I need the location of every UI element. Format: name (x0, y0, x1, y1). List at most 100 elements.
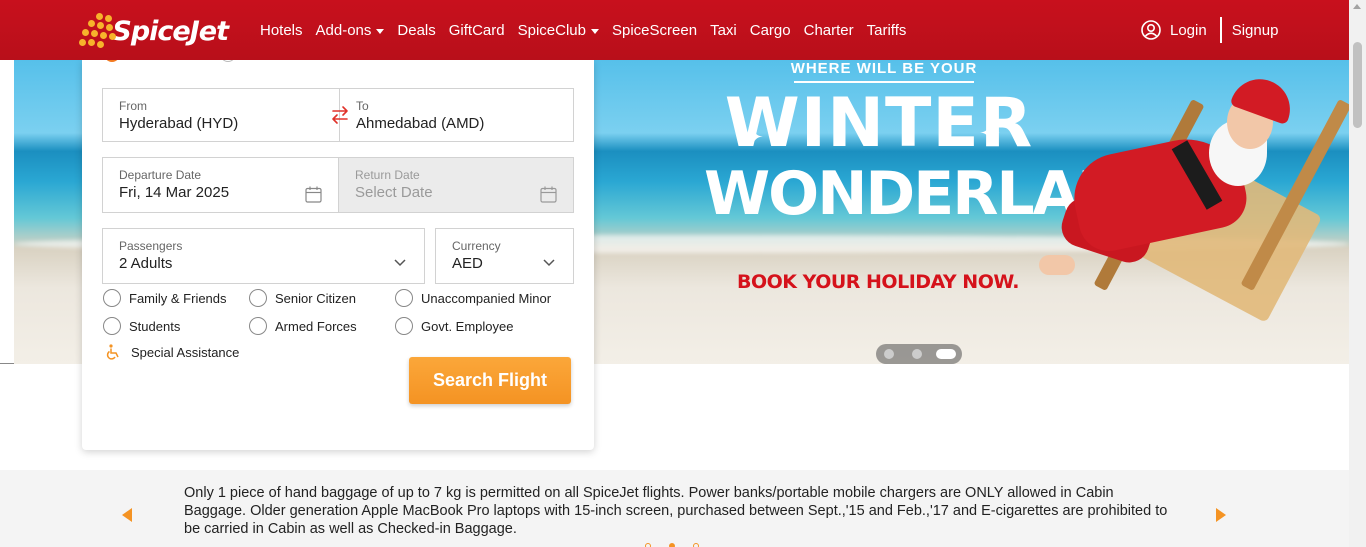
nav-giftcard[interactable]: GiftCard (449, 22, 505, 39)
santa-foot (1039, 255, 1075, 275)
to-label: To (356, 99, 369, 113)
route-field-group: From Hyderabad (HYD) To Ahmedabad (AMD) (102, 88, 574, 142)
fare-option-govt-employee[interactable]: Govt. Employee (395, 317, 514, 335)
nav-tariffs[interactable]: Tariffs (867, 22, 907, 39)
carousel-dots (876, 344, 962, 364)
radio-circle (103, 317, 121, 335)
hero-title-line2: WONDERLAND (704, 159, 1175, 229)
nav-label: Cargo (749, 21, 791, 39)
calendar-icon (305, 186, 322, 203)
nav-taxi[interactable]: Taxi (710, 22, 737, 39)
fare-option-unaccompanied-minor[interactable]: Unaccompanied Minor (395, 289, 551, 307)
fare-option-label: Unaccompanied Minor (421, 290, 552, 306)
nav-spiceclub[interactable]: SpiceClub (518, 22, 599, 39)
notice-dot-2[interactable] (669, 543, 675, 547)
hero-headline-underline (794, 81, 974, 83)
logo-wordmark: SpiceJet (112, 15, 229, 47)
currency-value: AED (452, 255, 483, 272)
currency-label: Currency (452, 239, 501, 253)
passengers-label: Passengers (119, 239, 183, 253)
chevron-down-icon (394, 259, 406, 267)
baggage-notice-text: Only 1 piece of hand baggage of up to 7 … (184, 485, 1168, 537)
nav-hotels[interactable]: Hotels (260, 22, 303, 39)
currency-select[interactable]: Currency AED (435, 228, 574, 284)
radio-circle (395, 317, 413, 335)
fare-option-label: Senior Citizen (275, 290, 356, 306)
nav-label: Taxi (710, 21, 737, 39)
nav-label: GiftCard (448, 21, 505, 39)
nav-label: Hotels (260, 21, 303, 39)
caret-down-icon (591, 28, 599, 34)
arrow-left-icon[interactable] (122, 508, 132, 522)
fare-option-label: Family & Friends (129, 290, 227, 306)
auth-divider (1219, 17, 1222, 43)
to-field[interactable]: To Ahmedabad (AMD) (339, 89, 574, 141)
nav-cargo[interactable]: Cargo (750, 22, 791, 39)
calendar-icon (540, 186, 557, 203)
hero-title-line1: WINTER (724, 84, 1034, 163)
notice-dot-1[interactable] (645, 543, 651, 547)
fare-option-senior-citizen[interactable]: Senior Citizen (249, 289, 356, 307)
logo-dots-icon (78, 11, 116, 51)
return-date-field[interactable]: Return Date Select Date (338, 157, 574, 213)
flight-booking-card: From Hyderabad (HYD) To Ahmedabad (AMD) … (82, 54, 594, 450)
fare-option-students[interactable]: Students (103, 317, 180, 335)
fare-option-family-friends[interactable]: Family & Friends (103, 289, 227, 307)
wheelchair-icon (106, 344, 119, 360)
nav-label: Add-ons (315, 21, 372, 39)
radio-circle (395, 289, 413, 307)
passengers-value: 2 Adults (119, 255, 173, 272)
chevron-down-icon (543, 259, 555, 267)
from-field[interactable]: From Hyderabad (HYD) (103, 89, 339, 141)
carousel-dot-1[interactable] (884, 349, 894, 359)
login-link[interactable]: Login (1170, 22, 1207, 39)
carousel-dot-3[interactable] (936, 349, 956, 359)
fare-option-label: Govt. Employee (421, 318, 514, 334)
radio-circle (249, 317, 267, 335)
nav-label: Deals (397, 21, 436, 39)
departure-date-field[interactable]: Departure Date Fri, 14 Mar 2025 (102, 157, 339, 213)
passengers-select[interactable]: Passengers 2 Adults (102, 228, 425, 284)
swap-icon[interactable] (329, 104, 351, 126)
special-assistance-label: Special Assistance (131, 344, 240, 360)
radio-circle (103, 289, 121, 307)
return-date-label: Return Date (355, 168, 420, 182)
departure-date-label: Departure Date (119, 168, 202, 182)
search-flight-button[interactable]: Search Flight (409, 357, 571, 404)
top-header: SpiceJet Hotels Add-ons Deals GiftCard S… (0, 0, 1366, 60)
hero-headline: WHERE WILL BE YOUR (790, 60, 978, 77)
nav-label: SpiceClub (517, 21, 586, 39)
scroll-up-arrow-icon[interactable] (1353, 4, 1361, 9)
nav-add-ons[interactable]: Add-ons (316, 22, 385, 39)
baggage-notice-strip: Only 1 piece of hand baggage of up to 7 … (0, 470, 1349, 547)
hero-title: WINTER WONDERLAND (704, 84, 1175, 229)
page-scrollbar[interactable] (1349, 0, 1366, 547)
from-label: From (119, 99, 147, 113)
fare-option-label: Students (129, 318, 181, 334)
special-assistance-link[interactable]: Special Assistance (106, 344, 239, 360)
nav-spicescreen[interactable]: SpiceScreen (612, 22, 697, 39)
divider (0, 363, 14, 364)
to-value: Ahmedabad (AMD) (356, 115, 485, 132)
nav-label: Charter (803, 21, 854, 39)
auth-links: Login Signup (1141, 16, 1278, 44)
from-value: Hyderabad (HYD) (119, 115, 239, 132)
nav-label: Tariffs (866, 21, 907, 39)
notice-dot-3[interactable] (693, 543, 699, 547)
nav-deals[interactable]: Deals (397, 22, 435, 39)
fare-option-armed-forces[interactable]: Armed Forces (249, 317, 357, 335)
user-icon (1141, 20, 1161, 40)
signup-link[interactable]: Signup (1232, 22, 1279, 39)
nav-label: SpiceScreen (612, 21, 698, 39)
arrow-right-icon[interactable] (1216, 508, 1226, 522)
hero-cta: BOOK YOUR HOLIDAY NOW. (737, 271, 1019, 293)
spicejet-logo[interactable]: SpiceJet (78, 10, 229, 52)
notice-pagination (645, 543, 717, 547)
radio-circle (249, 289, 267, 307)
nav-charter[interactable]: Charter (804, 22, 854, 39)
return-date-placeholder: Select Date (355, 184, 433, 201)
fare-option-label: Armed Forces (275, 318, 357, 334)
scroll-thumb[interactable] (1353, 42, 1362, 128)
departure-date-value: Fri, 14 Mar 2025 (119, 184, 230, 201)
carousel-dot-2[interactable] (912, 349, 922, 359)
